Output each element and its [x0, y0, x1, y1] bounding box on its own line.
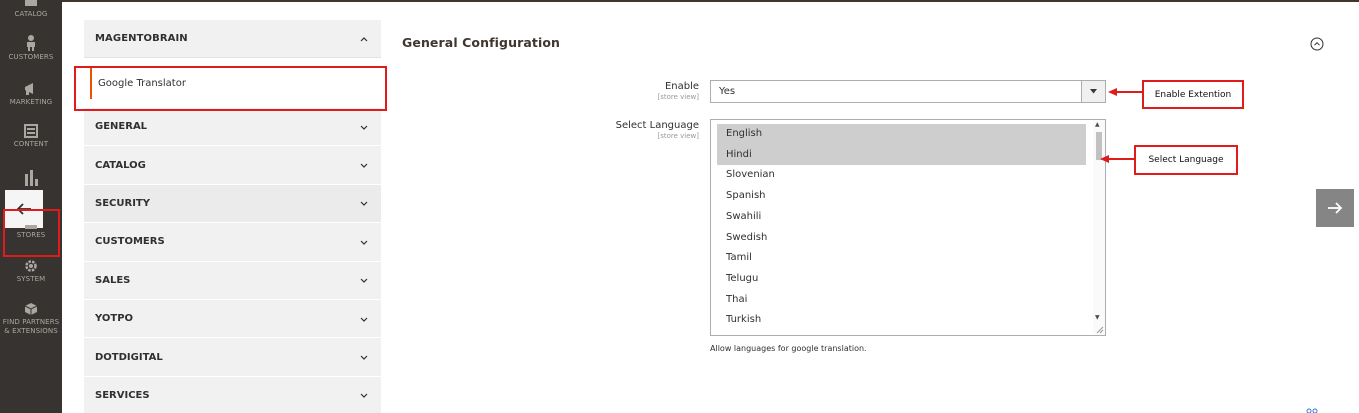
nav-item-customers[interactable]: CUSTOMERS	[0, 35, 62, 62]
language-option[interactable]: Swedish	[717, 228, 1086, 249]
annotation-arrow-language	[1100, 155, 1136, 163]
language-option[interactable]: Tamil	[717, 248, 1086, 269]
resize-handle-icon[interactable]	[1096, 326, 1104, 334]
catalog-icon	[25, 0, 37, 6]
language-option[interactable]: Hindi	[717, 144, 1086, 166]
tab-section-security[interactable]: SECURITY	[84, 184, 381, 224]
bar-chart-icon	[25, 170, 38, 186]
nav-label-customers: CUSTOMERS	[8, 53, 54, 61]
annotation-enable-extension: Enable Extention	[1142, 80, 1244, 109]
enable-label-group: Enable [store view]	[657, 81, 699, 101]
nav-label-partners-2: & EXTENSIONS	[4, 327, 58, 335]
tab-section-label: CATALOG	[95, 159, 146, 171]
chevron-down-icon	[360, 317, 368, 322]
nav-label-marketing: MARKETING	[9, 98, 53, 106]
tab-group-magentobrain[interactable]: MAGENTOBRAIN	[84, 20, 381, 58]
box-icon	[24, 303, 38, 315]
google-translator-highlight-box	[74, 66, 387, 111]
chevron-up-icon	[360, 36, 368, 41]
tab-section-general[interactable]: GENERAL	[84, 108, 381, 147]
caret-down-icon	[1090, 89, 1097, 94]
chevron-down-icon	[360, 240, 368, 245]
help-badge-icon[interactable]	[1305, 405, 1319, 413]
language-label: Select Language	[615, 120, 699, 131]
stores-highlight-box	[3, 209, 60, 257]
nav-item-catalog[interactable]: CATALOG	[0, 0, 62, 19]
chevron-down-icon	[360, 278, 368, 284]
nav-label-system: SYSTEM	[16, 275, 46, 283]
language-option[interactable]: Thai	[717, 290, 1086, 311]
gear-icon	[25, 260, 37, 272]
nav-item-content[interactable]: CONTENT	[0, 124, 62, 149]
language-scope: [store view]	[657, 132, 699, 140]
language-scrollbar[interactable]: ▲ ▼	[1093, 120, 1105, 335]
tab-section-label: GENERAL	[95, 121, 148, 133]
nav-label-content: CONTENT	[13, 140, 49, 148]
chevron-down-icon	[360, 125, 368, 130]
language-option[interactable]: Spanish	[717, 186, 1086, 207]
tab-section-label: SERVICES	[95, 389, 150, 401]
tab-group-title: MAGENTOBRAIN	[95, 33, 188, 44]
chevron-down-icon	[360, 163, 368, 168]
megaphone-icon	[25, 83, 33, 95]
tab-section-label: CUSTOMERS	[95, 236, 165, 248]
nav-item-system[interactable]: SYSTEM	[0, 259, 62, 284]
chevron-down-icon	[360, 393, 368, 399]
annotation-arrow-enable	[1108, 88, 1144, 96]
tab-section-yotpo[interactable]: YOTPO	[84, 299, 381, 339]
language-option[interactable]: English	[717, 124, 1086, 145]
tab-section-catalog[interactable]: CATALOG	[84, 146, 381, 185]
person-icon	[27, 35, 35, 51]
tab-section-sales[interactable]: SALES	[84, 261, 381, 300]
nav-label-partners-1: FIND PARTNERS	[2, 318, 60, 326]
nav-item-marketing[interactable]: MARKETING	[0, 82, 62, 107]
chevron-down-icon	[360, 202, 368, 207]
nav-item-reports[interactable]	[0, 170, 62, 186]
scroll-down-icon[interactable]: ▼	[1095, 314, 1100, 321]
tab-section-label: SALES	[95, 274, 131, 286]
tab-section-label: SECURITY	[95, 197, 150, 209]
tab-section-customers[interactable]: CUSTOMERS	[84, 223, 381, 262]
content-icon	[24, 124, 38, 138]
language-option[interactable]: Telugu	[717, 269, 1086, 290]
chevron-down-icon	[360, 355, 368, 360]
arrow-right-icon	[1328, 202, 1343, 214]
admin-sidebar: CATALOG CUSTOMERS MARKETING CONTENT STOR…	[0, 0, 62, 413]
language-label-group: Select Language [store view]	[616, 120, 699, 140]
scroll-up-icon[interactable]: ▲	[1095, 121, 1100, 128]
collapse-icon[interactable]	[1310, 37, 1324, 51]
enable-label: Enable	[664, 81, 699, 92]
language-option[interactable]: Slovenian	[717, 165, 1086, 186]
enable-scope: [store view]	[657, 93, 699, 101]
annotation-select-language: Select Language	[1134, 145, 1238, 175]
language-option[interactable]: Turkish	[717, 310, 1086, 331]
enable-select[interactable]: Yes	[710, 80, 1106, 103]
nav-label-catalog: CATALOG	[14, 10, 48, 18]
select-arrow[interactable]	[1081, 81, 1105, 102]
language-option[interactable]: Swahili	[717, 207, 1086, 228]
tab-section-label: DOTDIGITAL	[95, 351, 163, 363]
tab-section-label: YOTPO	[95, 313, 134, 325]
section-title[interactable]: General Configuration	[402, 35, 560, 50]
enable-value: Yes	[719, 86, 736, 97]
language-multiselect[interactable]: English Hindi Slovenian Spanish Swahili …	[710, 119, 1106, 336]
tab-section-services[interactable]: SERVICES	[84, 376, 381, 413]
language-note: Allow languages for google translation.	[710, 344, 867, 353]
nav-item-partners[interactable]: FIND PARTNERS & EXTENSIONS	[0, 302, 62, 336]
page-top-strip	[62, 0, 1359, 2]
tab-section-dotdigital[interactable]: DOTDIGITAL	[84, 338, 381, 377]
next-button[interactable]	[1316, 189, 1354, 227]
